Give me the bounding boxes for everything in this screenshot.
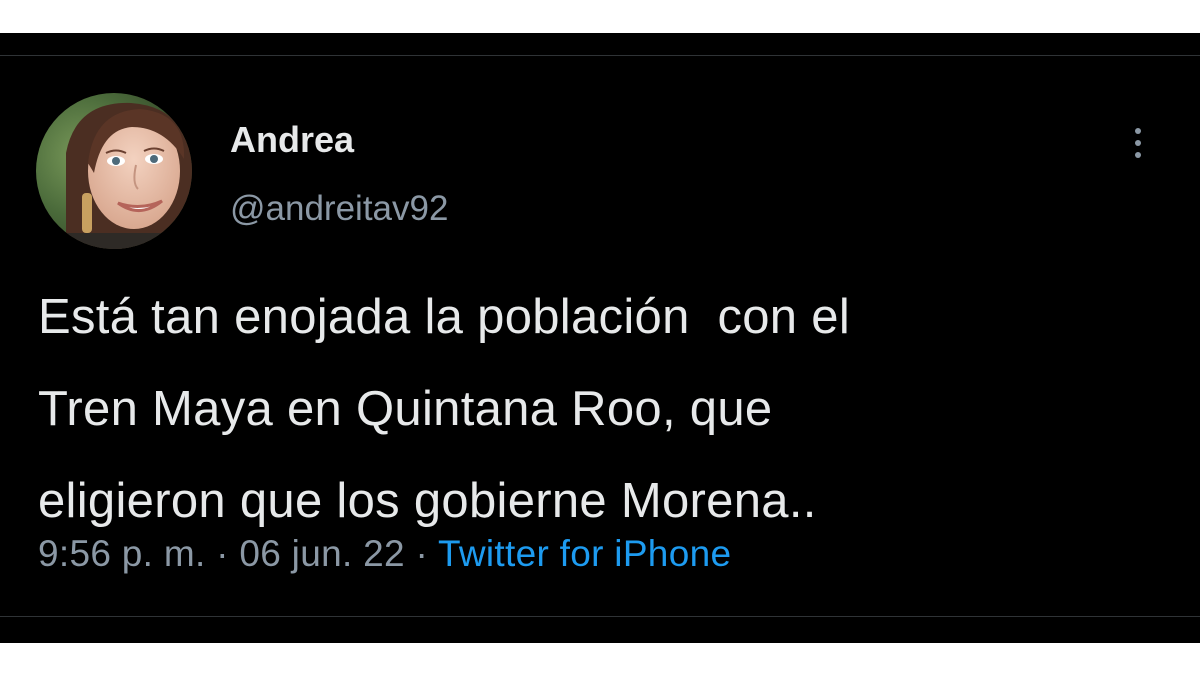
tweet-text: Está tan enojada la población con el Tre… (38, 290, 851, 528)
display-name[interactable]: Andrea (230, 119, 354, 161)
more-vertical-icon[interactable] (1120, 121, 1156, 165)
more-dot (1135, 140, 1141, 146)
tweet-date[interactable]: 06 jun. 22 (239, 533, 405, 574)
top-divider (0, 55, 1200, 56)
user-handle[interactable]: @andreitav92 (230, 188, 448, 230)
bottom-divider (0, 616, 1200, 617)
more-dot (1135, 152, 1141, 158)
tweet-source-link[interactable]: Twitter for iPhone (438, 533, 731, 574)
more-dot (1135, 128, 1141, 134)
avatar-photo (36, 93, 192, 249)
meta-separator: · (216, 533, 229, 574)
avatar[interactable] (36, 93, 192, 249)
tweet-time[interactable]: 9:56 p. m. (38, 533, 206, 574)
tweet-card: Andrea @andreitav92 Está tan enojada la … (0, 33, 1200, 643)
tweet-meta: 9:56 p. m. · 06 jun. 22 · Twitter for iP… (38, 531, 731, 577)
meta-separator: · (415, 533, 429, 574)
